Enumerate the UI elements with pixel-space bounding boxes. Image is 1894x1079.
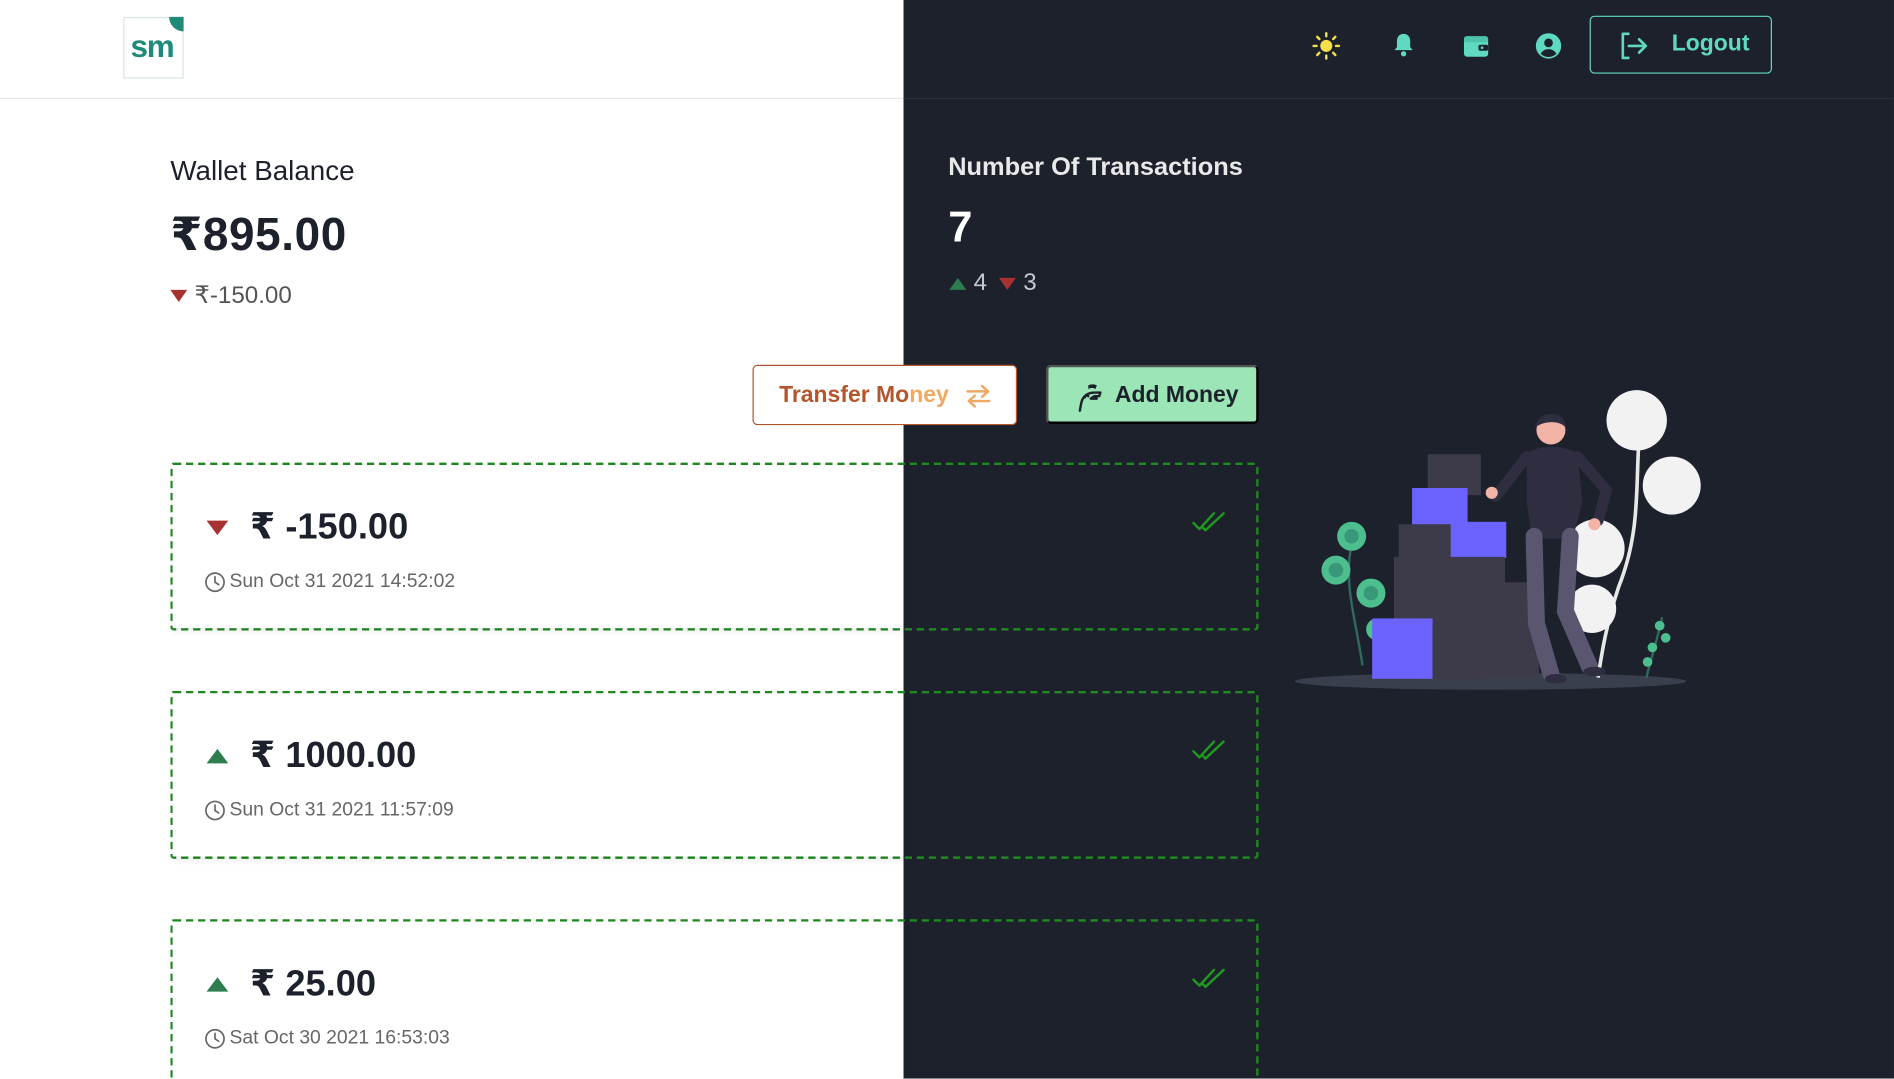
double-check-icon [1192,740,1225,760]
transaction-time-row: Sun Oct 31 2021 11:57:09 [204,800,454,822]
transaction-amount: ₹ 1000.00 [250,735,417,776]
header-divider-dark [903,97,1894,100]
down-arrow-icon [999,277,1016,290]
transfer-label-part-b: ney [909,382,949,409]
logout-icon [1621,32,1648,60]
app-page: sm Logout Wallet Balance ₹895.00 ₹-150.0… [0,0,1894,1079]
transaction-time-row: Sun Oct 31 2021 14:52:02 [204,571,455,593]
wallet-balance-amount: ₹895.00 [170,210,347,261]
transaction-time: Sun Oct 31 2021 11:57:09 [229,799,454,821]
transaction-time: Sun Oct 31 2021 14:52:02 [229,571,456,592]
down-arrow-icon [206,520,229,535]
wallet-balance-title: Wallet Balance [170,154,355,187]
double-check-icon [1192,968,1225,989]
transaction-amount-row: ₹ -150.00 [206,506,409,548]
add-money-label: Add Money [1114,382,1239,409]
transaction-time: Sat Oct 30 2021 16:53:03 [229,1027,450,1049]
up-arrow-icon [206,976,229,992]
header-divider [0,97,904,100]
person-with-boxes-illustration [1294,390,1701,690]
transaction-amount: ₹ -150.00 [250,507,409,548]
transaction-amount-row: ₹ 1000.00 [206,734,417,776]
theme-sun-icon[interactable] [1312,31,1341,60]
transactions-count: 7 [948,201,973,252]
user-icon[interactable] [1534,31,1563,60]
up-arrow-icon [949,277,967,290]
bell-icon[interactable] [1392,31,1421,60]
transfer-money-button[interactable]: Transfer Money [752,364,1018,426]
clock-icon [205,1028,225,1049]
transaction-amount-row: ₹ 25.00 [206,963,377,1005]
down-count: 3 [1023,269,1037,296]
double-check-icon [1192,512,1225,532]
wallet-icon[interactable] [1462,31,1491,60]
transactions-count-title: Number Of Transactions [948,153,1243,182]
clock-icon [205,800,225,821]
logo-text: sm [130,27,174,65]
transaction-card[interactable]: ₹ 1000.00 Sun Oct 31 2021 11:57:09 [170,690,1259,859]
down-arrow-icon [170,289,188,302]
logout-button[interactable]: Logout [1589,15,1772,74]
transaction-amount: ₹ 25.00 [250,963,377,1004]
logout-label: Logout [1671,31,1750,57]
transaction-card[interactable]: ₹ 25.00 Sat Oct 30 2021 16:53:03 [170,919,1259,1079]
wallet-change-value: ₹-150.00 [194,282,292,310]
transfer-money-label: Transfer Money [779,383,949,410]
wallet-balance-change: ₹-150.00 [170,280,292,310]
add-money-button[interactable]: Add Money [1046,364,1259,424]
transaction-card[interactable]: ₹ -150.00 Sun Oct 31 2021 14:52:02 [170,462,1259,631]
transfer-arrows-icon [966,384,991,408]
up-arrow-icon [206,748,229,763]
transaction-time-row: Sat Oct 30 2021 16:53:03 [204,1028,450,1050]
add-money-hand-icon [1078,384,1102,412]
app-logo[interactable]: sm [123,16,184,79]
transactions-breakdown: 4 3 [949,269,1037,297]
clock-icon [205,572,225,593]
transfer-label-part-a: Transfer Mo [779,382,910,409]
up-count: 4 [973,269,988,296]
